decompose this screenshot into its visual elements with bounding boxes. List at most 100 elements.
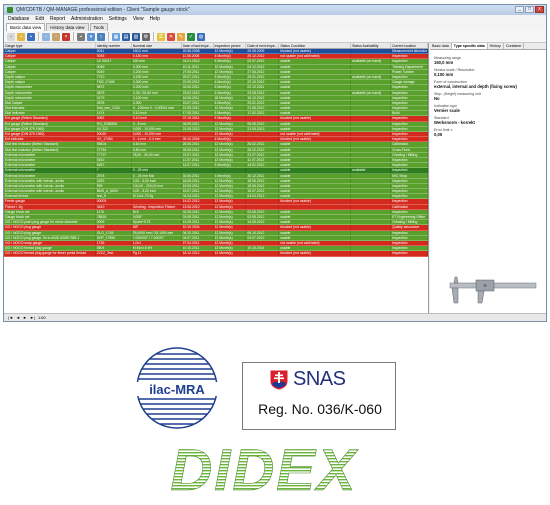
table-cell: 12 Month(s) bbox=[214, 246, 247, 251]
table-cell bbox=[351, 116, 392, 121]
table-cell: 15.06.2012 bbox=[246, 183, 280, 189]
tab-tools[interactable]: Tools bbox=[89, 23, 109, 31]
table-cell: available (on hand) bbox=[351, 90, 392, 95]
copy-icon[interactable]: ▫ bbox=[42, 32, 50, 41]
table-cell: blocked (not usable) bbox=[279, 137, 352, 142]
table-cell: Inspection bbox=[391, 126, 428, 131]
tab-basic-data-view[interactable]: Basic data view bbox=[6, 23, 46, 31]
tab-type-specific-data[interactable]: Type specific data bbox=[451, 43, 488, 49]
table-cell: Pg 11 bbox=[132, 251, 182, 256]
menu-database[interactable]: Database bbox=[8, 15, 29, 23]
table-cell: not usable (not calibrated) bbox=[279, 132, 352, 137]
table-cell bbox=[351, 225, 392, 230]
tab-basic-data[interactable]: Basic data bbox=[430, 43, 452, 49]
table-cell bbox=[351, 106, 392, 111]
close-button[interactable]: x bbox=[535, 6, 544, 13]
toolbar-separator bbox=[108, 32, 109, 41]
next-record-button[interactable]: ► bbox=[23, 314, 27, 321]
check-icon[interactable]: ✓ bbox=[187, 32, 195, 41]
table-cell: GLO_1745 bbox=[96, 230, 132, 235]
maximize-button[interactable]: □ bbox=[525, 6, 534, 13]
menu-view[interactable]: View bbox=[133, 15, 144, 23]
table-cell: External micrometer with interch. anvils bbox=[4, 178, 96, 183]
tab-history[interactable]: History bbox=[488, 43, 504, 49]
chart-icon[interactable]: ▤ bbox=[122, 32, 130, 41]
table-cell: 5504 bbox=[96, 246, 132, 251]
prev-record-button[interactable]: ◄ bbox=[16, 314, 20, 321]
table-cell: Inspection bbox=[391, 209, 428, 214]
settings-icon[interactable]: ⚙ bbox=[142, 32, 150, 41]
column-header[interactable]: Date of last inspe... bbox=[182, 43, 214, 48]
toolbar-separator bbox=[153, 32, 154, 41]
table-cell: 20.08.2008 bbox=[182, 49, 214, 54]
table-cell: 9872 bbox=[96, 85, 132, 90]
table-cell: 5/8" bbox=[132, 225, 182, 230]
table-cell: 21.05.2012 bbox=[182, 126, 214, 131]
delete-icon[interactable]: × bbox=[62, 32, 70, 41]
paste-icon[interactable]: ▫ bbox=[52, 32, 60, 41]
table-cell: GO / NOGO plain plug gauge for minor dia… bbox=[4, 220, 96, 225]
table-cell: 14.01.2012 bbox=[246, 163, 280, 168]
table-cell: Depth micrometer bbox=[4, 90, 96, 95]
globe-icon[interactable]: ◍ bbox=[197, 32, 205, 41]
grid-view-icon[interactable]: ▥ bbox=[132, 32, 140, 41]
column-header[interactable]: Inspection period bbox=[214, 43, 247, 48]
filter-icon[interactable]: ▾ bbox=[87, 32, 95, 41]
table-cell: 02.12.2011 bbox=[246, 85, 280, 90]
table-cell: 15.07.2011 bbox=[182, 189, 214, 194]
tab-container[interactable]: Container bbox=[504, 43, 525, 49]
table-cell bbox=[351, 64, 392, 69]
table-cell: Caliper bbox=[4, 69, 96, 74]
search-icon[interactable]: ○ bbox=[97, 32, 105, 41]
table-cell bbox=[351, 215, 392, 220]
menu-help[interactable]: Help bbox=[150, 15, 160, 23]
table-cell: usable bbox=[279, 168, 352, 173]
table-cell bbox=[351, 147, 392, 152]
column-header[interactable]: Status Condition bbox=[279, 43, 352, 48]
table-cell: Grinding - Inspection Fixture bbox=[132, 204, 182, 209]
table-cell: 12 Month(s) bbox=[214, 199, 247, 204]
menu-report[interactable]: Report bbox=[50, 15, 65, 23]
table-body: Caliper 0011 150.0 mm 20.08.2008 12 Month(s)… bbox=[4, 49, 428, 257]
toolbar-separator bbox=[73, 32, 74, 41]
table-cell: 21.05.2013 bbox=[246, 126, 280, 131]
column-header[interactable]: Status Availability bbox=[351, 43, 392, 48]
table-cell: 0082 bbox=[96, 116, 132, 121]
table-cell bbox=[351, 142, 392, 147]
column-header[interactable]: Gauge type bbox=[4, 43, 96, 48]
menu-settings[interactable]: Settings bbox=[109, 15, 127, 23]
column-header[interactable]: Date of next inspe... bbox=[246, 43, 280, 48]
first-record-button[interactable]: |◄ bbox=[8, 314, 13, 321]
table-cell: 98404 bbox=[96, 142, 132, 147]
delete-icon[interactable]: ✕ bbox=[167, 32, 175, 41]
table-cell: usable bbox=[279, 69, 352, 74]
last-record-button[interactable]: ►| bbox=[30, 314, 35, 321]
table-cell: 06.10.2012 bbox=[246, 230, 280, 235]
table-cell: 18.06.2012 bbox=[246, 178, 280, 183]
save-icon[interactable]: ▪ bbox=[27, 32, 35, 41]
table-cell: Inspection bbox=[391, 54, 428, 59]
column-header[interactable]: Nominal size bbox=[132, 43, 182, 48]
window-controls: _ □ x bbox=[515, 6, 544, 13]
menu-edit[interactable]: Edit bbox=[35, 15, 44, 23]
tab-history-data-view[interactable]: History data view bbox=[46, 23, 89, 31]
key-icon[interactable]: ⚿ bbox=[157, 32, 165, 41]
snas-name: SNAS bbox=[293, 368, 346, 390]
pencil-icon[interactable]: ✎ bbox=[177, 32, 185, 41]
minimize-button[interactable]: _ bbox=[515, 6, 524, 13]
table-row[interactable]: GO / NOGO thread plug gauge for fewer po… bbox=[4, 251, 428, 257]
table-cell: 11.07.2012 bbox=[246, 157, 280, 163]
new-icon[interactable]: ▫ bbox=[7, 32, 15, 41]
open-icon[interactable]: ▪ bbox=[17, 32, 25, 41]
column-header[interactable]: Current location bbox=[391, 43, 428, 48]
table-cell: 18.12.2012 bbox=[182, 251, 214, 256]
table-cell: 14.05.2012 bbox=[246, 220, 280, 225]
table-cell: 7720 bbox=[96, 74, 132, 80]
print-icon[interactable]: ▪ bbox=[77, 32, 85, 41]
menu-administration[interactable]: Administration bbox=[71, 15, 103, 23]
column-header[interactable]: Identity number bbox=[96, 43, 132, 48]
table-cell: Measurement laboratory bbox=[392, 49, 428, 54]
calendar-icon[interactable]: ▦ bbox=[112, 32, 120, 41]
table-cell: Inspection bbox=[391, 121, 428, 126]
table-cell bbox=[246, 240, 280, 246]
